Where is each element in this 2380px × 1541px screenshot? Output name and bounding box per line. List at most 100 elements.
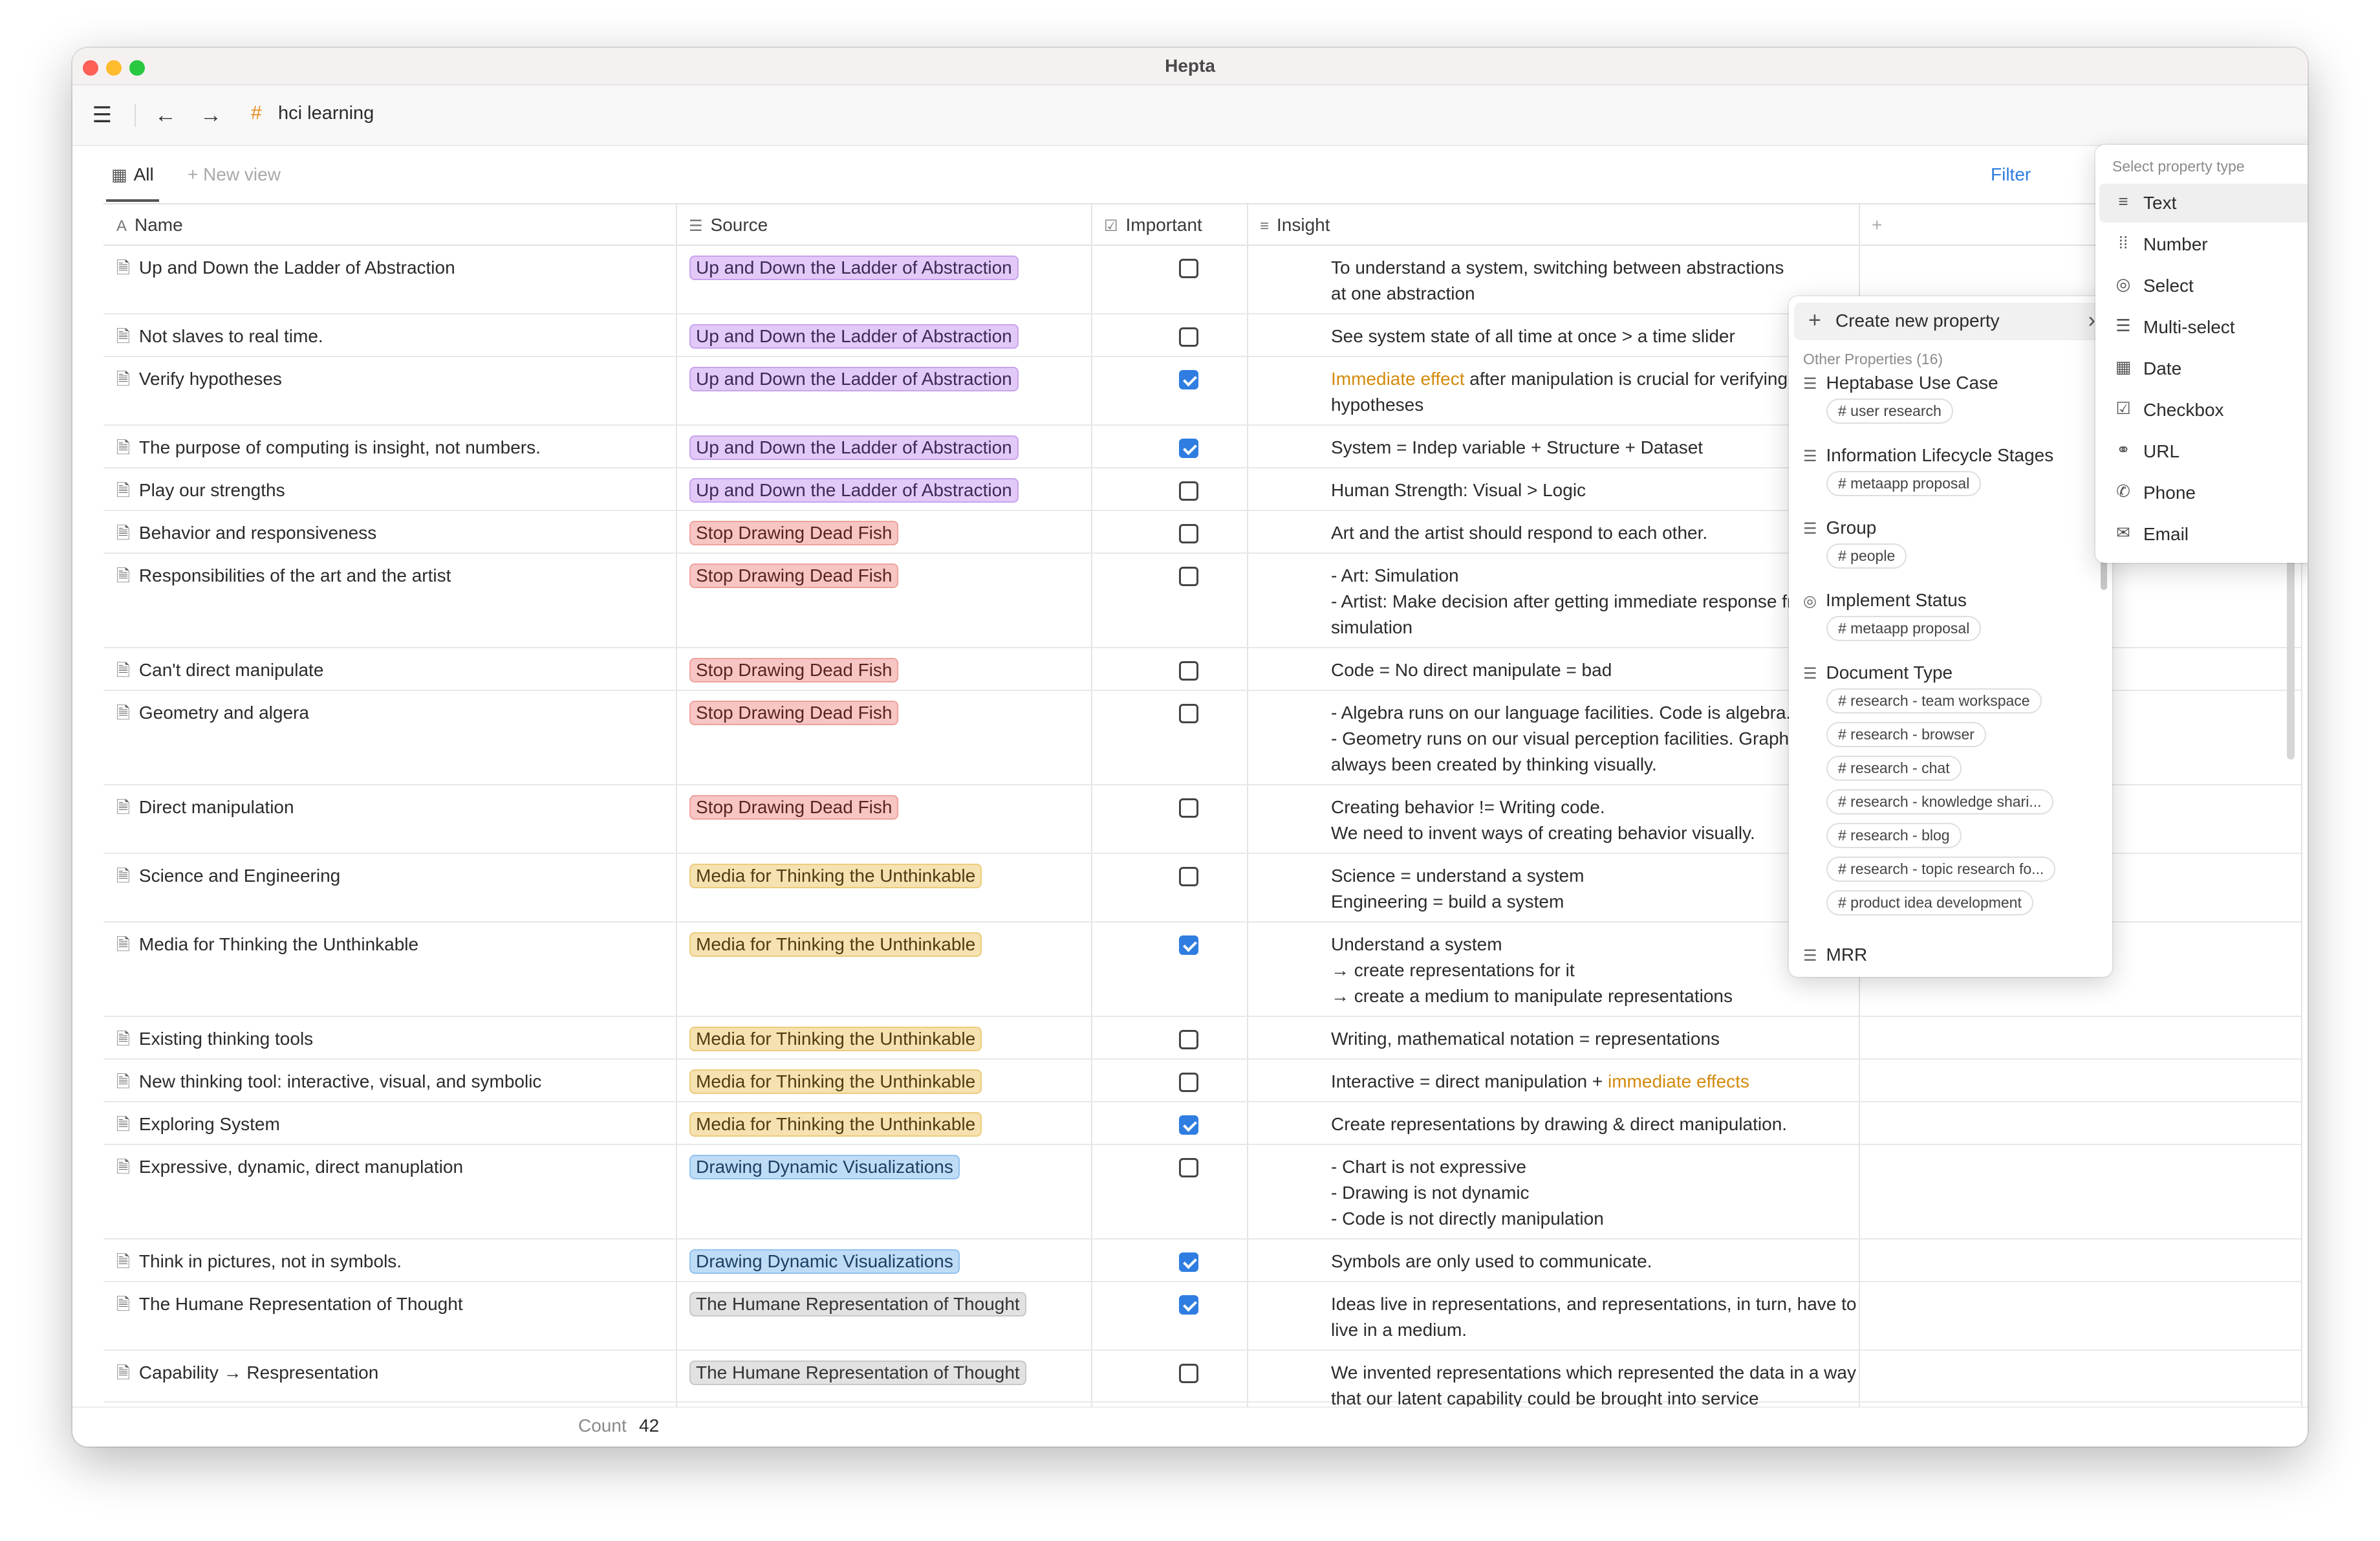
row-insight-cell[interactable]: - Chart is not expressive - Drawing is no… (1331, 1154, 1932, 1232)
menu-icon[interactable]: ☰ (87, 100, 118, 131)
important-checkbox[interactable] (1179, 1158, 1198, 1177)
property-type-select[interactable]: ◎ Select (2099, 267, 2308, 305)
table-row[interactable]: 🗎 Expressive, dynamic, direct manuplation… (103, 1145, 2302, 1240)
filter-button[interactable]: Filter (1991, 164, 2031, 185)
row-name-cell[interactable]: 🗎 Behavior and responsiveness (116, 520, 673, 546)
row-name-cell[interactable]: 🗎 Science and Engineering (116, 863, 673, 889)
important-checkbox[interactable] (1179, 1115, 1198, 1135)
column-header-insight[interactable]: ≡ Insight (1247, 203, 1859, 246)
important-checkbox[interactable] (1179, 1364, 1198, 1383)
row-name-cell[interactable]: 🗎 Direct manipulation (116, 794, 673, 820)
row-source-cell[interactable]: Up and Down the Ladder of Abstraction (689, 435, 1090, 461)
email-icon: ✉ (2116, 523, 2130, 542)
row-source-cell[interactable]: Stop Drawing Dead Fish (689, 520, 1090, 546)
row-name-cell[interactable]: 🗎 Think in pictures, not in symbols. (116, 1249, 673, 1274)
important-checkbox[interactable] (1179, 1030, 1198, 1049)
important-checkbox[interactable] (1179, 1252, 1198, 1272)
table-row[interactable]: 🗎 The Humane Representation of Thought The… (103, 1282, 2302, 1351)
row-name-cell[interactable]: 🗎 Capability → Respresentation (116, 1360, 673, 1386)
back-arrow-icon[interactable]: ← (150, 100, 181, 131)
row-name-cell[interactable]: 🗎 Up and Down the Ladder of Abstraction (116, 255, 673, 281)
row-name-cell[interactable]: 🗎 Geometry and algera (116, 700, 673, 726)
important-checkbox[interactable] (1179, 259, 1198, 278)
row-source-cell[interactable]: Stop Drawing Dead Fish (689, 794, 1090, 820)
row-insight-cell[interactable]: Ideas live in representations, and repre… (1331, 1291, 1932, 1343)
row-name-cell[interactable]: 🗎 Verify hypotheses (116, 366, 673, 392)
row-source-cell[interactable]: Media for Thinking the Unthinkable (689, 1111, 1090, 1137)
property-type-checkbox[interactable]: ☑ Checkbox (2099, 391, 2308, 430)
property-type-url[interactable]: ⚭ URL (2099, 432, 2308, 471)
other-property-item[interactable]: ☰ Group # people (1803, 518, 2101, 572)
row-name-cell[interactable]: 🗎 New thinking tool: interactive, visual,… (116, 1069, 673, 1095)
row-source-cell[interactable]: Up and Down the Ladder of Abstraction (689, 255, 1090, 281)
table-row[interactable]: 🗎 New thinking tool: interactive, visual,… (103, 1060, 2302, 1102)
column-header-source[interactable]: ☰ Source (676, 203, 1091, 246)
important-checkbox[interactable] (1179, 370, 1198, 389)
table-row[interactable]: 🗎 Think in pictures, not in symbols. Drawi… (103, 1240, 2302, 1282)
row-source-cell[interactable]: Up and Down the Ladder of Abstraction (689, 477, 1090, 503)
row-source-cell[interactable]: Drawing Dynamic Visualizations (689, 1154, 1090, 1180)
row-source-cell[interactable]: Stop Drawing Dead Fish (689, 700, 1090, 726)
other-property-item[interactable]: ☰ Document Type # research - team workspac… (1803, 662, 2101, 919)
important-checkbox[interactable] (1179, 661, 1198, 681)
new-view-button[interactable]: + New view (188, 164, 281, 185)
row-name-cell[interactable]: 🗎 Not slaves to real time. (116, 323, 673, 349)
row-insight-cell[interactable]: Interactive = direct manipulation + imme… (1331, 1069, 1932, 1095)
column-header-name[interactable]: A Name (103, 203, 676, 246)
row-source-cell[interactable]: Up and Down the Ladder of Abstraction (689, 366, 1090, 392)
column-header-important[interactable]: ☑ Important (1091, 203, 1247, 246)
row-source-cell[interactable]: Stop Drawing Dead Fish (689, 657, 1090, 683)
row-source-cell[interactable]: Media for Thinking the Unthinkable (689, 932, 1090, 957)
property-type-multi-select[interactable]: ☰ Multi-select (2099, 308, 2308, 347)
property-type-email[interactable]: ✉ Email (2099, 515, 2308, 554)
important-checkbox[interactable] (1179, 935, 1198, 955)
row-insight-cell[interactable]: Writing, mathematical notation = represe… (1331, 1026, 1932, 1052)
important-checkbox[interactable] (1179, 1295, 1198, 1315)
table-row[interactable]: 🗎 Capability → Respresentation The Humane … (103, 1351, 2302, 1406)
row-name-cell[interactable]: 🗎 Exploring System (116, 1111, 673, 1137)
important-checkbox[interactable] (1179, 567, 1198, 586)
row-name-cell[interactable]: 🗎 The purpose of computing is insight, no… (116, 435, 673, 461)
row-source-cell[interactable]: Up and Down the Ladder of Abstraction (689, 323, 1090, 349)
row-name-cell[interactable]: 🗎 Play our strengths (116, 477, 673, 503)
table-row[interactable]: 🗎 Existing thinking tools Media for Thinki… (103, 1017, 2302, 1060)
row-insight-cell[interactable]: We invented representations which repres… (1331, 1360, 1932, 1406)
property-type-date[interactable]: ▦ Date (2099, 349, 2308, 388)
property-type-text[interactable]: ≡ Text (2099, 184, 2308, 223)
insight-text: hypotheses (1331, 395, 1424, 415)
row-source-cell[interactable]: Drawing Dynamic Visualizations (689, 1249, 1090, 1274)
row-name-cell[interactable]: 🗎 Can't direct manipulate (116, 657, 673, 683)
create-new-property-item[interactable]: + Create new property › (1794, 303, 2107, 340)
property-type-number[interactable]: ⁞⁞ Number (2099, 225, 2308, 264)
other-properties-header: Other Properties (16) (1803, 351, 1943, 367)
row-source-cell[interactable]: The Humane Representation of Thought (689, 1291, 1090, 1317)
other-property-item[interactable]: ☰ MRR (1803, 945, 2101, 965)
other-property-item[interactable]: ☰ Information Lifecycle Stages # metaapp p… (1803, 445, 2101, 499)
forward-arrow-icon[interactable]: → (195, 100, 226, 131)
other-property-item[interactable]: ☰ Heptabase Use Case # user research (1803, 373, 2101, 427)
row-name-cell[interactable]: 🗎 Existing thinking tools (116, 1026, 673, 1052)
row-insight-cell[interactable]: Symbols are only used to communicate. (1331, 1249, 1932, 1274)
important-checkbox[interactable] (1179, 704, 1198, 723)
row-name-cell[interactable]: 🗎 Expressive, dynamic, direct manuplation (116, 1154, 673, 1180)
row-source-cell[interactable]: Media for Thinking the Unthinkable (689, 1069, 1090, 1095)
row-source-cell[interactable]: Media for Thinking the Unthinkable (689, 1026, 1090, 1052)
important-checkbox[interactable] (1179, 524, 1198, 543)
row-name-cell[interactable]: 🗎 Responsibilities of the art and the art… (116, 563, 673, 589)
property-type-phone[interactable]: ✆ Phone (2099, 474, 2308, 512)
row-name-cell[interactable]: 🗎 The Humane Representation of Thought (116, 1291, 673, 1317)
row-insight-cell[interactable]: Create representations by drawing & dire… (1331, 1111, 1932, 1137)
important-checkbox[interactable] (1179, 481, 1198, 501)
important-checkbox[interactable] (1179, 327, 1198, 347)
row-source-cell[interactable]: Stop Drawing Dead Fish (689, 563, 1090, 589)
row-source-cell[interactable]: Media for Thinking the Unthinkable (689, 863, 1090, 889)
tab-all[interactable]: ▦ All (106, 164, 159, 202)
important-checkbox[interactable] (1179, 798, 1198, 818)
important-checkbox[interactable] (1179, 1073, 1198, 1092)
row-source-cell[interactable]: The Humane Representation of Thought (689, 1360, 1090, 1386)
important-checkbox[interactable] (1179, 439, 1198, 458)
table-row[interactable]: 🗎 Exploring System Media for Thinking the … (103, 1102, 2302, 1145)
row-name-cell[interactable]: 🗎 Media for Thinking the Unthinkable (116, 932, 673, 957)
important-checkbox[interactable] (1179, 867, 1198, 886)
other-property-item[interactable]: ◎ Implement Status # metaapp proposal (1803, 590, 2101, 644)
